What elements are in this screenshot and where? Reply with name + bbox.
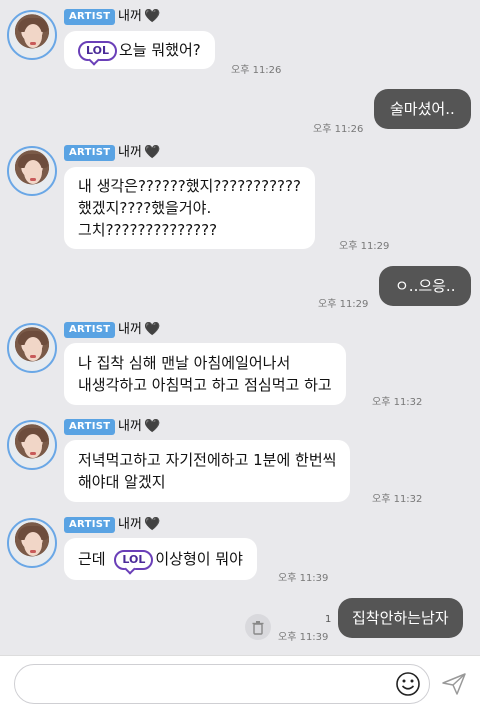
message-time: 오후 11:29 — [318, 299, 369, 310]
message-input[interactable] — [14, 664, 430, 704]
message-text: 오늘 뭐했어? — [118, 41, 201, 59]
artist-badge: ARTIST — [64, 9, 116, 25]
smiley-icon[interactable] — [395, 671, 421, 697]
sender-name: 내꺼 — [118, 145, 142, 160]
sender-name: 내꺼 — [118, 9, 142, 24]
message-time: 오후 11:32 — [372, 494, 423, 505]
message-bubble[interactable]: 내 생각은??????했지??????????? 했겠지????했을거야. 그치… — [64, 167, 315, 249]
artist-badge: ARTIST — [64, 145, 116, 161]
message-bubble[interactable]: LOL 오늘 뭐했어? — [64, 31, 215, 69]
lol-sticker-icon: LOL — [78, 40, 117, 61]
message-bubble[interactable]: 나 집착 심해 맨날 아침에일어나서 내생각하고 아침먹고 하고 점심먹고 하고 — [64, 343, 346, 405]
avatar[interactable] — [7, 518, 57, 568]
message-line: 저녁먹고하고 자기전에하고 1분에 한번씩 — [78, 451, 337, 469]
my-message-bubble[interactable]: 집착안하는남자 — [338, 598, 463, 638]
black-heart-icon: 🖤 — [144, 9, 161, 24]
message-bubble[interactable]: 저녁먹고하고 자기전에하고 1분에 한번씩 해야대 알겠지 — [64, 440, 351, 502]
message-text: ㅇ..으응.. — [395, 277, 456, 295]
message-text-prefix: 근데 — [78, 550, 106, 568]
avatar[interactable] — [7, 420, 57, 470]
sender-name: 내꺼 — [118, 419, 142, 434]
message-time: 오후 11:39 — [278, 632, 329, 643]
message-time: 오후 11:26 — [313, 124, 364, 135]
artist-badge: ARTIST — [64, 322, 116, 338]
unread-count: 1 — [325, 614, 332, 625]
artist-badge: ARTIST — [64, 419, 116, 435]
send-icon[interactable] — [441, 672, 467, 696]
black-heart-icon: 🖤 — [144, 145, 161, 160]
my-message-bubble[interactable]: 술마셨어.. — [374, 89, 471, 129]
avatar[interactable] — [7, 10, 57, 60]
message-line: 해야대 알겠지 — [78, 473, 166, 491]
message-bubble[interactable]: 근데 LOL 이상형이 뭐야 — [64, 538, 257, 580]
lol-sticker-icon: LOL — [114, 549, 154, 570]
black-heart-icon: 🖤 — [144, 517, 161, 532]
trash-icon[interactable] — [245, 614, 271, 640]
message-text: 이상형이 뭐야 — [155, 550, 243, 568]
avatar[interactable] — [7, 323, 57, 373]
message-line: 내생각하고 아침먹고 하고 점심먹고 하고 — [78, 376, 332, 394]
message-text: 술마셨어.. — [390, 100, 455, 118]
black-heart-icon: 🖤 — [144, 419, 161, 434]
sender-name: 내꺼 — [118, 517, 142, 532]
my-message-bubble[interactable]: ㅇ..으응.. — [379, 266, 472, 306]
message-time: 오후 11:29 — [339, 241, 390, 252]
message-time: 오후 11:32 — [372, 397, 423, 408]
message-line: 내 생각은??????했지??????????? — [78, 177, 301, 195]
message-time: 오후 11:39 — [278, 573, 329, 584]
sender-name: 내꺼 — [118, 322, 142, 337]
message-line: 그치?????????????? — [78, 221, 218, 239]
message-line: 했겠지????했을거야. — [78, 199, 212, 217]
message-line: 나 집착 심해 맨날 아침에일어나서 — [78, 354, 291, 372]
avatar[interactable] — [7, 146, 57, 196]
black-heart-icon: 🖤 — [144, 322, 161, 337]
message-time: 오후 11:26 — [231, 65, 282, 76]
artist-badge: ARTIST — [64, 517, 116, 533]
message-text: 집착안하는남자 — [352, 609, 449, 627]
